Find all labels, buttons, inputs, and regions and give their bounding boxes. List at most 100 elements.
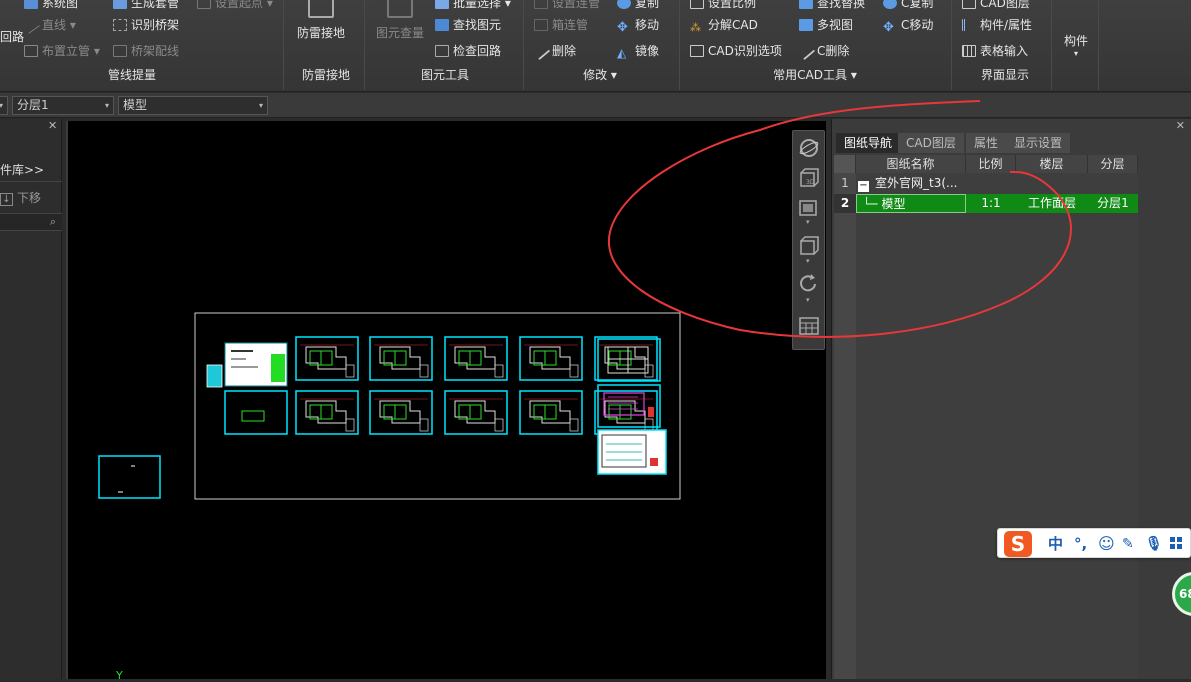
find-replace-label: 查找替换	[817, 0, 866, 10]
group-label-common-cad[interactable]: 常用CAD工具 ▾	[760, 66, 870, 84]
connect-icon	[534, 0, 548, 9]
sheet-grid-drawing	[295, 336, 667, 475]
component-property-button[interactable]: 构件/属性	[962, 16, 1032, 34]
find-element-button[interactable]: 查找图元	[435, 16, 501, 34]
huilu-button-partial[interactable]: 回路	[0, 28, 24, 46]
drawing-canvas[interactable]: Y	[66, 121, 826, 682]
lightning-ground-button[interactable]: 防雷接地	[294, 0, 348, 41]
layer-cell[interactable]: 分层1	[1088, 194, 1138, 213]
drawing-name-cell: 室外官网_t3(...	[875, 176, 958, 190]
scale-icon	[690, 0, 704, 9]
system-diagram-label: 系统图	[42, 0, 79, 10]
microphone-icon[interactable]: 🎙	[1145, 534, 1163, 554]
batch-select-label: 批量选择	[453, 0, 502, 10]
view-cube-icon[interactable]: ▾	[798, 235, 820, 265]
set-connect-button[interactable]: 设置连管	[534, 0, 600, 12]
tab-display-settings[interactable]: 显示设置	[1006, 133, 1071, 153]
component-button[interactable]: 构件 ▾	[1058, 32, 1094, 58]
multi-view-button[interactable]: 多视图	[799, 16, 853, 34]
find-replace-button[interactable]: 查找替换	[799, 0, 865, 12]
identify-bridge-button[interactable]: 识别桥架	[113, 16, 179, 34]
column-header-scale[interactable]: 比例	[966, 155, 1016, 173]
delete-button[interactable]: 删除	[531, 41, 576, 61]
table-row-selected[interactable]: └─ 模型	[856, 194, 966, 213]
search-input[interactable]: ⌕	[0, 213, 62, 231]
mirror-label: 镜像	[635, 44, 660, 58]
box-connect-button[interactable]: 箱连管	[534, 16, 588, 34]
common-cad-label: 常用CAD工具	[773, 68, 847, 82]
group-label-pipeline: 管线提量	[107, 68, 156, 82]
sleeve-icon	[113, 0, 127, 9]
collapse-icon[interactable]: −	[858, 181, 869, 192]
mirror-button[interactable]: ◭ 镜像	[617, 42, 659, 60]
element-quantity-label: 图元查量	[375, 26, 424, 40]
move-down-button[interactable]: ↓ 下移	[0, 189, 41, 206]
batch-select-button[interactable]: 批量选择 ▾	[435, 0, 511, 12]
explode-cad-button[interactable]: ⁂ 分解CAD	[690, 16, 758, 34]
riser-icon	[24, 45, 38, 57]
system-diagram-button[interactable]: 系统图	[24, 0, 78, 12]
group-label-modify[interactable]: 修改 ▾	[570, 66, 630, 84]
check-circuit-button[interactable]: 检查回路	[435, 42, 501, 60]
rotate-icon[interactable]: ▾	[798, 273, 820, 304]
lightning-ground-label: 防雷接地	[296, 26, 345, 40]
cube-glyph: 3D	[800, 168, 819, 187]
group-label-ui-display: 界面显示	[980, 68, 1029, 82]
ime-punct-toggle[interactable]: °,	[1074, 534, 1087, 554]
calculator-icon[interactable]	[798, 315, 820, 337]
float-badge[interactable]: 68	[1172, 572, 1191, 616]
view-toolbar: 3D ▾ ▾ ▾	[792, 130, 825, 350]
table-input-button[interactable]: 表格输入	[962, 42, 1028, 60]
c-copy-button[interactable]: C复制	[883, 0, 933, 12]
copy-button[interactable]: 复制	[617, 0, 659, 12]
tab-cad-layers[interactable]: CAD图层	[898, 133, 964, 153]
tab-drawing-nav[interactable]: 图纸导航	[836, 133, 901, 153]
grid-menu-icon[interactable]	[1170, 537, 1183, 550]
sogou-logo-icon[interactable]: S	[1004, 531, 1032, 557]
floor-cell[interactable]: 工作面层	[1016, 194, 1088, 213]
rotate-glyph: ▾	[800, 274, 816, 304]
tab-properties[interactable]: 属性	[966, 133, 1007, 153]
column-header-layer[interactable]: 分层	[1088, 155, 1138, 173]
sheet-thumbnail	[295, 390, 359, 435]
component-library-link[interactable]: 件库>>	[0, 161, 44, 178]
cad-layer-button[interactable]: CAD图层	[962, 0, 1030, 12]
eraser-icon	[531, 41, 551, 61]
c-delete-button[interactable]: C删除	[796, 41, 849, 61]
place-riser-button[interactable]: 布置立管 ▾	[24, 42, 100, 60]
sheet-thumbnail	[295, 336, 359, 381]
move-down-label: 下移	[17, 191, 42, 205]
scale-cell[interactable]: 1:1	[966, 194, 1016, 213]
close-icon[interactable]: ✕	[1176, 119, 1185, 132]
bridge-wiring-button[interactable]: 桥架配线	[113, 42, 179, 60]
line-button[interactable]: 直线 ▾	[21, 16, 76, 34]
set-start-button[interactable]: 设置起点 ▾	[197, 0, 273, 12]
close-icon[interactable]: ✕	[48, 119, 57, 132]
copy-label: 复制	[635, 0, 660, 10]
orbit-icon[interactable]	[798, 137, 820, 159]
box-connect-label: 箱连管	[552, 18, 589, 32]
gen-sleeve-button[interactable]: 生成套管	[113, 0, 179, 12]
view-plan-icon[interactable]: ▾	[798, 197, 820, 226]
column-header-name[interactable]: 图纸名称	[856, 155, 966, 173]
table-row[interactable]: − 室外官网_t3(...	[858, 174, 992, 193]
find-element-label: 查找图元	[453, 18, 502, 32]
element-quantity-button[interactable]: 图元查量	[373, 0, 427, 41]
pen-icon[interactable]: ✎	[1122, 534, 1134, 554]
ribbon-separator	[283, 0, 284, 90]
view-3d-icon[interactable]: 3D	[798, 167, 820, 189]
ribbon-separator	[523, 0, 524, 90]
check-circuit-icon	[435, 45, 449, 57]
emoji-icon[interactable]: ☺	[1098, 534, 1115, 554]
view-dropdown[interactable]: 模型 ▾	[118, 96, 268, 115]
cad-recognition-options-button[interactable]: CAD识别选项	[690, 42, 782, 60]
floor-dropdown-partial[interactable]: ▾	[0, 96, 8, 115]
set-scale-button[interactable]: 设置比例	[690, 0, 756, 12]
c-move-button[interactable]: ✥ C移动	[883, 16, 933, 34]
move-button[interactable]: ✥ 移动	[617, 16, 659, 34]
explode-icon: ⁂	[690, 21, 701, 34]
layer-dropdown[interactable]: 分层1 ▾	[12, 96, 114, 115]
column-header-floor[interactable]: 楼层	[1016, 155, 1088, 173]
group-label-element-tools: 图元工具	[420, 68, 469, 82]
ime-mode-toggle[interactable]: 中	[1048, 534, 1063, 554]
